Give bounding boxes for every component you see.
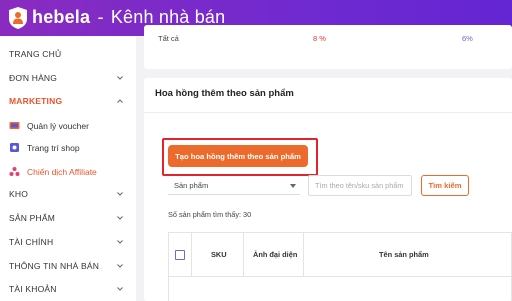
- brand-separator: -: [97, 7, 104, 27]
- sidebar-item-marketing[interactable]: MARKETING: [0, 91, 136, 113]
- result-count: Số sản phẩm tìm thấy: 30: [168, 210, 252, 219]
- filter-select-value: Sản phẩm: [174, 181, 209, 190]
- chevron-down-icon: [117, 287, 123, 291]
- sidebar-item-products[interactable]: SẢN PHẨM: [0, 208, 136, 230]
- sidebar-item-seller-info[interactable]: THÔNG TIN NHÀ BÁN: [0, 256, 136, 278]
- select-all-checkbox[interactable]: [175, 250, 185, 260]
- section-title: Hoa hồng thêm theo sản phẩm: [155, 88, 294, 99]
- sidebar-item-label: TRANG CHỦ: [9, 49, 62, 59]
- affiliate-icon: [9, 167, 20, 176]
- sidebar-item-label: THÔNG TIN NHÀ BÁN: [9, 261, 100, 271]
- commission-summary-card: Tất cả 8 % 6%: [144, 25, 512, 69]
- chevron-down-icon: [117, 216, 123, 220]
- shop-decor-icon: [10, 143, 19, 152]
- chevron-down-icon: [117, 192, 123, 196]
- summary-row-label: Tất cả: [158, 34, 179, 43]
- sidebar-item-home[interactable]: TRANG CHỦ: [0, 44, 136, 66]
- product-commission-card: Hoa hồng thêm theo sản phẩm Tạo hoa hồng…: [144, 78, 512, 301]
- sidebar-item-label: ĐƠN HÀNG: [9, 73, 58, 83]
- sidebar-item-label: TÀI KHOẢN: [9, 284, 57, 294]
- caret-down-icon: [290, 184, 296, 188]
- column-header-product-name[interactable]: Tên sản phẩm: [379, 250, 429, 259]
- sidebar-subitem-voucher[interactable]: Quản lý voucher: [0, 116, 136, 136]
- sidebar-subitem-affiliate[interactable]: Chiến dịch Affiliate: [0, 162, 136, 182]
- product-table: SKU Ảnh đại diện Tên sản phẩm: [168, 232, 512, 301]
- search-input[interactable]: [308, 175, 412, 196]
- chevron-down-icon: [117, 264, 123, 268]
- sidebar-item-account[interactable]: TÀI KHOẢN: [0, 279, 136, 301]
- chevron-down-icon: [117, 76, 123, 80]
- sidebar-item-warehouse[interactable]: KHO: [0, 184, 136, 206]
- column-header-sku[interactable]: SKU: [211, 250, 227, 259]
- column-divider: [243, 233, 244, 277]
- sidebar-item-label: SẢN PHẨM: [9, 213, 55, 223]
- column-divider: [191, 233, 192, 277]
- sidebar: TRANG CHỦ ĐƠN HÀNG MARKETING Quản lý vou…: [0, 36, 136, 301]
- sidebar-subitem-label: Chiến dịch Affiliate: [27, 167, 97, 177]
- table-header-row: SKU Ảnh đại diện Tên sản phẩm: [169, 233, 512, 277]
- sidebar-item-orders[interactable]: ĐƠN HÀNG: [0, 68, 136, 90]
- chevron-up-icon: [117, 99, 123, 103]
- summary-value-secondary: 6%: [462, 34, 473, 43]
- column-divider: [303, 233, 304, 277]
- sidebar-item-label: TÀI CHÍNH: [9, 237, 54, 247]
- sidebar-subitem-label: Trang trí shop: [27, 143, 80, 153]
- filter-select[interactable]: Sản phẩm: [168, 177, 300, 195]
- hebela-logo-icon[interactable]: [7, 6, 29, 30]
- sidebar-item-finance[interactable]: TÀI CHÍNH: [0, 232, 136, 254]
- sidebar-item-label: KHO: [9, 189, 29, 199]
- sidebar-item-label: MARKETING: [9, 96, 63, 106]
- create-product-commission-button[interactable]: Tạo hoa hồng thêm theo sản phẩm: [168, 145, 308, 167]
- sidebar-subitem-label: Quản lý voucher: [27, 121, 89, 131]
- voucher-icon: [9, 122, 20, 129]
- search-button[interactable]: Tìm kiếm: [421, 175, 469, 196]
- column-header-image[interactable]: Ảnh đại diện: [253, 250, 297, 259]
- chevron-down-icon: [117, 240, 123, 244]
- section-divider: [144, 112, 512, 113]
- brand-subtitle: Kênh nhà bán: [110, 7, 226, 27]
- brand-name: hebela: [32, 7, 91, 27]
- summary-value-primary: 8 %: [313, 34, 326, 43]
- sidebar-subitem-shop-decor[interactable]: Trang trí shop: [0, 138, 136, 158]
